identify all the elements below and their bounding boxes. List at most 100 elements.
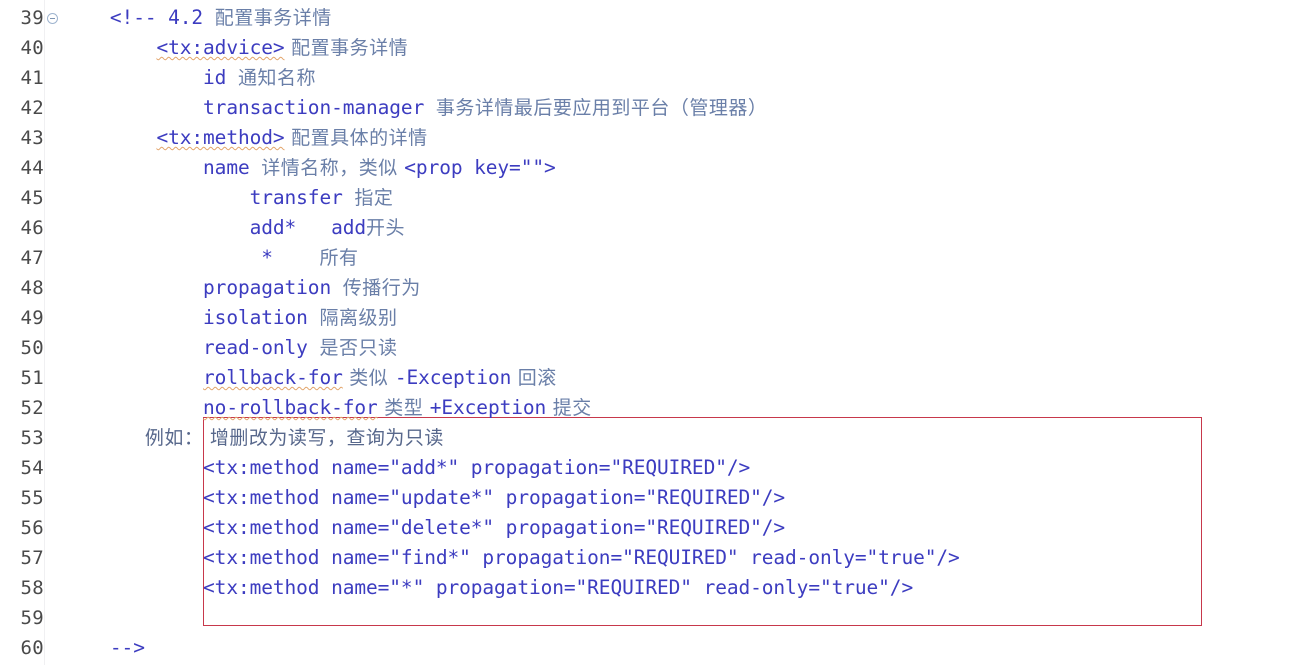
fold-gutter-spacer xyxy=(47,583,58,594)
code-line[interactable]: read-only 是否只读 xyxy=(75,333,1294,363)
fold-gutter-spacer xyxy=(47,643,58,654)
code-token: <tx:method name="find*" propagation="REQ… xyxy=(203,546,960,569)
code-token: <tx:method name="*" propagation="REQUIRE… xyxy=(203,576,914,599)
comment-text-token: 开头 xyxy=(366,217,406,239)
fold-gutter-spacer xyxy=(47,193,58,204)
gutter-row[interactable]: 50 xyxy=(0,333,75,363)
line-number: 48 xyxy=(20,277,44,299)
line-number: 52 xyxy=(20,397,44,419)
code-line[interactable]: <tx:method name="*" propagation="REQUIRE… xyxy=(75,573,1294,603)
fold-gutter-spacer xyxy=(47,283,58,294)
gutter-row[interactable]: 55 xyxy=(0,483,75,513)
code-token: -Exception xyxy=(394,366,512,389)
code-token: name xyxy=(203,156,262,179)
code-line[interactable]: rollback-for 类似 -Exception 回滚 xyxy=(75,363,1294,393)
code-token: <tx:method> xyxy=(156,126,285,149)
code-line[interactable]: <tx:method name="update*" propagation="R… xyxy=(75,483,1294,513)
fold-gutter-spacer xyxy=(47,553,58,564)
code-line[interactable]: name 详情名称，类似 <prop key=""> xyxy=(75,153,1294,183)
code-token: --> xyxy=(109,636,145,659)
code-line[interactable]: no-rollback-for 类型 +Exception 提交 xyxy=(75,393,1294,423)
code-line[interactable]: add* add开头 xyxy=(75,213,1294,243)
gutter-row[interactable]: 49 xyxy=(0,303,75,333)
gutter-row[interactable]: 46 xyxy=(0,213,75,243)
fold-gutter-spacer xyxy=(47,43,58,54)
code-line[interactable]: isolation 隔离级别 xyxy=(75,303,1294,333)
line-number: 40 xyxy=(20,37,44,59)
gutter-row[interactable]: 47 xyxy=(0,243,75,273)
code-line[interactable]: transfer 指定 xyxy=(75,183,1294,213)
line-number-gutter[interactable]: 39 40 41 42 43 44 45 46 47 48 49 50 51 52 53 54 55 56 57 58… xyxy=(0,0,75,665)
gutter-row[interactable]: 48 xyxy=(0,273,75,303)
comment-text-token: 传播行为 xyxy=(342,277,421,299)
gutter-row[interactable]: 60 xyxy=(0,633,75,663)
code-line[interactable]: 例如： 增删改为读写，查询为只读 xyxy=(75,423,1294,453)
code-token: add* add xyxy=(249,216,367,239)
code-line[interactable]: <tx:method name="delete*" propagation="R… xyxy=(75,513,1294,543)
gutter-row[interactable]: 57 xyxy=(0,543,75,573)
code-line[interactable]: transaction-manager 事务详情最后要应用到平台（管理器） xyxy=(75,93,1294,123)
fold-gutter-spacer xyxy=(47,463,58,474)
gutter-row[interactable]: 44 xyxy=(0,153,75,183)
code-line[interactable]: propagation 传播行为 xyxy=(75,273,1294,303)
code-token: id xyxy=(203,66,238,89)
gutter-row[interactable]: 54 xyxy=(0,453,75,483)
line-number: 43 xyxy=(20,127,44,149)
gutter-row[interactable]: 56 xyxy=(0,513,75,543)
code-line[interactable]: --> xyxy=(75,633,1294,663)
gutter-row[interactable]: 40 xyxy=(0,33,75,63)
fold-gutter-spacer xyxy=(47,223,58,234)
line-number: 55 xyxy=(20,487,44,509)
code-line[interactable]: <!-- 4.2 配置事务详情 xyxy=(75,3,1294,33)
fold-collapse-icon[interactable] xyxy=(47,12,58,24)
code-line[interactable] xyxy=(75,603,1294,633)
line-number: 56 xyxy=(20,517,44,539)
code-token: no-rollback-for xyxy=(203,396,378,419)
gutter-row[interactable]: 39 xyxy=(0,3,75,33)
comment-text-token: 通知名称 xyxy=(237,67,316,89)
fold-gutter-spacer xyxy=(47,103,58,114)
line-number: 51 xyxy=(20,367,44,389)
comment-text-token: 事务详情最后要应用到平台（管理器） xyxy=(435,97,768,119)
line-number: 53 xyxy=(20,427,44,449)
gutter-row[interactable]: 51 xyxy=(0,363,75,393)
code-line[interactable]: <tx:method> 配置具体的详情 xyxy=(75,123,1294,153)
code-line[interactable]: id 通知名称 xyxy=(75,63,1294,93)
comment-text-token: 是否只读 xyxy=(319,337,398,359)
code-token: <tx:advice> xyxy=(156,36,285,59)
code-token: +Exception xyxy=(429,396,547,419)
gutter-row[interactable]: 45 xyxy=(0,183,75,213)
gutter-row[interactable]: 41 xyxy=(0,63,75,93)
comment-text-token: 隔离级别 xyxy=(319,307,398,329)
gutter-row[interactable]: 59 xyxy=(0,603,75,633)
code-line[interactable]: <tx:advice> 配置事务详情 xyxy=(75,33,1294,63)
code-content-area[interactable]: <!-- 4.2 配置事务详情 <tx:advice> 配置事务详情 id 通知… xyxy=(75,0,1294,665)
line-number: 45 xyxy=(20,187,44,209)
gutter-row[interactable]: 42 xyxy=(0,93,75,123)
code-line[interactable]: * 所有 xyxy=(75,243,1294,273)
code-line[interactable]: <tx:method name="find*" propagation="REQ… xyxy=(75,543,1294,573)
comment-text-token: 配置事务详情 xyxy=(284,37,409,59)
gutter-row[interactable]: 58 xyxy=(0,573,75,603)
comment-text-token: 指定 xyxy=(354,187,394,209)
fold-gutter-spacer xyxy=(47,73,58,84)
gutter-row[interactable]: 53 xyxy=(0,423,75,453)
comment-text-token: 类型 xyxy=(377,397,430,419)
gutter-row[interactable]: 52 xyxy=(0,393,75,423)
fold-gutter-spacer xyxy=(47,403,58,414)
code-line[interactable]: <tx:method name="add*" propagation="REQU… xyxy=(75,453,1294,483)
code-editor[interactable]: 39 40 41 42 43 44 45 46 47 48 49 50 51 52 53 54 55 56 57 58… xyxy=(0,0,1294,665)
gutter-row[interactable]: 43 xyxy=(0,123,75,153)
